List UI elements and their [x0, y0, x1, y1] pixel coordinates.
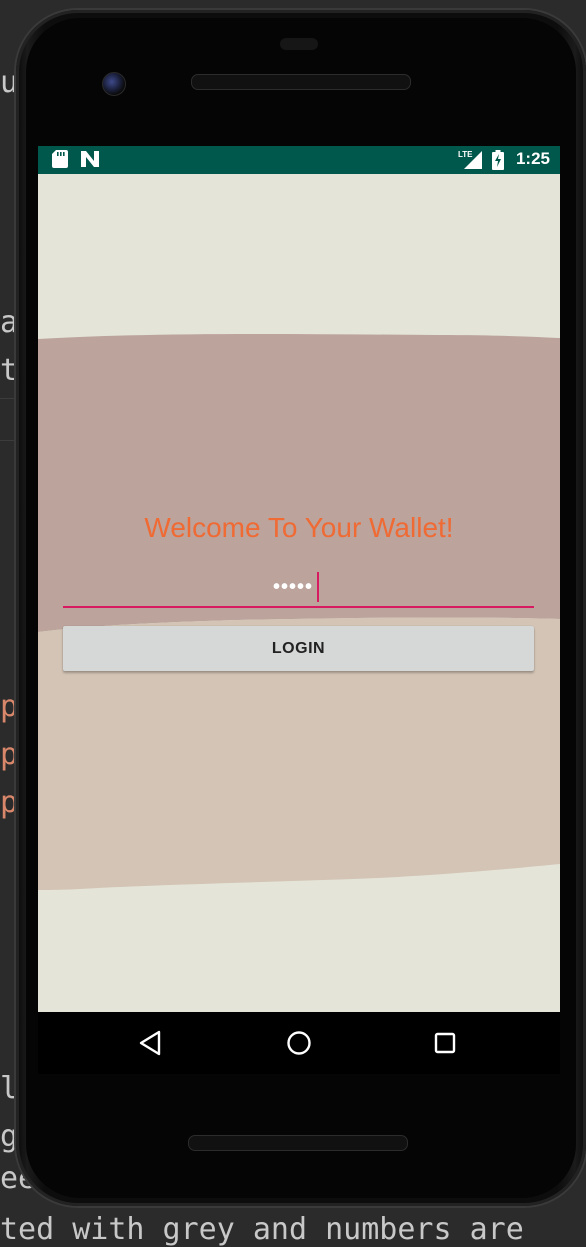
- recents-icon[interactable]: [430, 1028, 460, 1058]
- status-time: 1:25: [515, 149, 550, 168]
- sd-card-icon: [52, 150, 68, 173]
- bottom-speaker: [188, 1135, 408, 1151]
- status-bar: LTE 1:25: [38, 146, 560, 174]
- password-value: •••••: [272, 576, 313, 598]
- text-cursor: [317, 572, 319, 602]
- navigation-bar: [38, 1012, 560, 1074]
- proximity-sensor: [280, 38, 318, 50]
- device-screen: LTE 1:25 Welcome To Your Wallet! ••••• L…: [38, 146, 560, 1012]
- earpiece-speaker: [191, 74, 411, 90]
- welcome-heading: Welcome To Your Wallet!: [144, 512, 454, 543]
- login-button[interactable]: LOGIN: [63, 626, 534, 671]
- app-content: Welcome To Your Wallet! ••••• LOGIN: [38, 174, 560, 1012]
- lte-label: LTE: [458, 150, 473, 159]
- lte-signal-icon: LTE: [458, 149, 482, 174]
- n-notification-icon: [80, 150, 100, 173]
- battery-charging-icon: [492, 150, 504, 175]
- front-camera-icon: [102, 72, 126, 96]
- password-field[interactable]: •••••: [63, 570, 534, 608]
- back-icon[interactable]: [136, 1028, 166, 1058]
- home-icon[interactable]: [284, 1028, 314, 1058]
